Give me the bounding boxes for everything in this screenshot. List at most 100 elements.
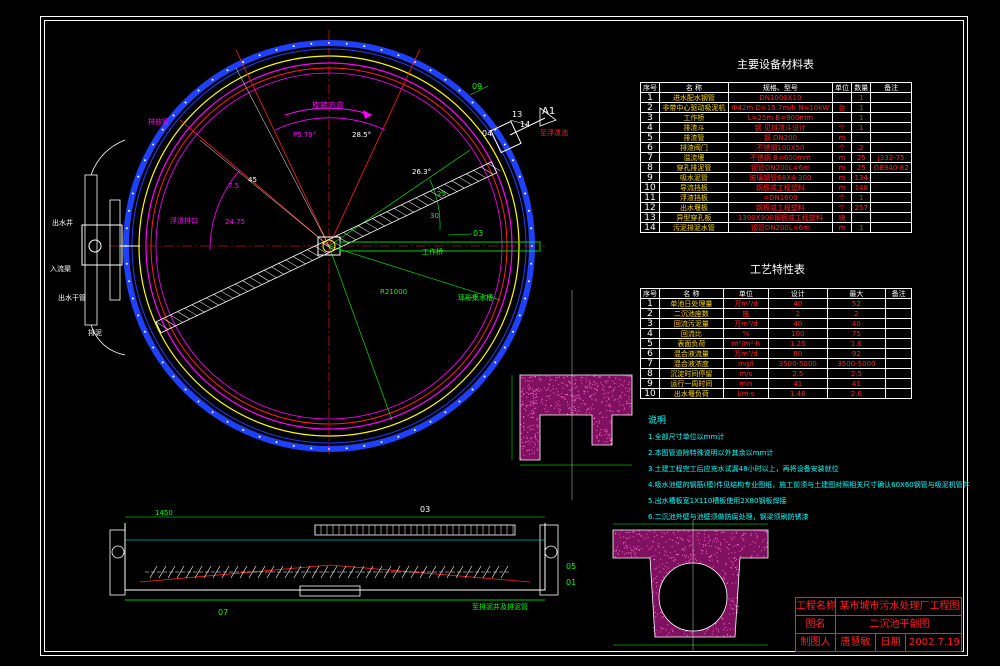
process-cell: 万m³/d <box>722 318 770 329</box>
process-cell: m³/m²·h <box>722 338 770 349</box>
process-cell: 2 <box>768 308 828 319</box>
equipment-cell: =DN1600 <box>727 192 833 203</box>
process-cell: 1.46 <box>768 388 828 399</box>
equipment-cell: 个 <box>831 142 853 153</box>
title-block-row-drafter: 制图人 唐慧敏 日期 2002.7.19 <box>796 634 961 652</box>
process-cell: 回流比 <box>659 328 724 339</box>
process-cell: 万m³/d <box>722 298 770 309</box>
notes-block: 说明 1.全部尺寸单位以mm计 2.本图管道除特殊说明以外其余以mm计 3.土建工程… <box>648 413 970 525</box>
notes-title: 说明 <box>648 416 667 426</box>
label-angle-f: 30 <box>430 212 439 220</box>
process-cell <box>885 338 912 349</box>
label-radius: R21000 <box>380 288 408 296</box>
drafter-label: 制图人 <box>796 634 836 652</box>
process-cell <box>885 368 912 379</box>
equipment-cell: 钢板或工程塑料 <box>727 202 833 213</box>
process-cell: 二沉池座数 <box>659 308 724 319</box>
equipment-cell: 钢板或工程塑料 <box>727 182 833 193</box>
equipment-header-cell: 名 称 <box>659 82 729 93</box>
equipment-cell: 不锈钢 B=600mm <box>727 152 833 163</box>
equipment-cell: 排渣阀门 <box>659 142 729 153</box>
equipment-cell <box>870 192 912 203</box>
label-angle-c: P5.79° <box>293 131 317 139</box>
equipment-cell: m <box>831 182 853 193</box>
equipment-cell: 吸水泥管 <box>659 172 729 183</box>
process-cell: 6 <box>640 348 660 359</box>
equipment-cell: 148 <box>851 182 872 193</box>
equipment-cell: 8 <box>640 162 660 173</box>
equipment-cell: 玻璃钢管68X4-300 <box>727 172 833 183</box>
callout-03: 03 <box>473 229 484 238</box>
equipment-cell: J332-75 <box>870 152 912 163</box>
equipment-cell <box>851 212 872 223</box>
section-callout-05: 05 <box>566 562 577 571</box>
equipment-cell <box>851 132 872 143</box>
equipment-row: 12 出水堰板 钢板或工程塑料个 257 <box>640 202 912 213</box>
equipment-row: 7 溢流堰 不锈钢 B=600mm m 25 J332-75 <box>640 152 912 163</box>
equipment-cell: 排渣管 <box>659 132 729 143</box>
equipment-row: 10 导流挡板 钢板或工程塑料 m 148 <box>640 182 912 193</box>
equipment-cell: 钢 见排渣斗设计 <box>727 122 833 133</box>
equipment-row: 3 工作桥 L=25m B=900mm 1 <box>640 112 912 123</box>
equipment-cell: GB940-82 <box>870 162 912 173</box>
process-cell <box>885 298 912 309</box>
date-label: 日期 <box>876 634 906 652</box>
process-cell: mg/l <box>722 358 770 369</box>
equipment-cell <box>870 142 912 153</box>
equipment-cell: 浮渣挡板 <box>659 192 729 203</box>
label-scum-outlet: 浮渣排口 <box>170 217 198 225</box>
process-cell: 41 <box>826 378 887 389</box>
equipment-table: 序号名 称规格、型号 单位 数量 备注 1 进水配水钢管 DN1000X10 1 2 非带中心驱动… <box>640 82 912 233</box>
process-cell: 2.5 <box>768 368 828 379</box>
equipment-cell: 13 <box>640 212 660 223</box>
process-cell: 沉淀时间停留 <box>659 368 724 379</box>
label-outlet-pipe: 出水井 <box>52 219 73 227</box>
equipment-cell: 2 <box>640 102 660 113</box>
note-item: 6.二沉池外壁与池壁须做防腐处理，钢梁须刷防锈漆 <box>648 513 809 521</box>
equipment-cell <box>870 112 912 123</box>
note-item: 2.本图管道除特殊说明以外其余以mm计 <box>648 449 774 457</box>
label-walkway: 工作桥 <box>422 248 443 256</box>
equipment-cell: 非带中心驱动吸泥机 <box>659 102 729 113</box>
equipment-cell <box>870 212 912 223</box>
label-angle-b: 26.3° <box>412 168 432 176</box>
process-cell: 1.25 <box>768 338 828 349</box>
process-cell: 40 <box>768 318 828 329</box>
process-header-row: 序号名 称单位 设计 最大 备注 <box>640 288 912 299</box>
process-cell: 75 <box>826 328 887 339</box>
equipment-table-title: 主要设备材料表 <box>737 58 814 71</box>
label-angle-d: 7.5 <box>228 182 240 190</box>
equipment-cell: DN1000X10 <box>727 92 833 103</box>
equipment-row: 11 浮渣挡板 =DN1600 个 1 <box>640 192 912 203</box>
process-cell: 万m³/d <box>722 348 770 359</box>
equipment-cell: 1 <box>851 92 872 103</box>
label-angle-h: 25 <box>437 190 446 198</box>
title-block: 工程名称 某市城市污水处理厂工程图 图名 二沉池平剖图 制图人 唐慧敏 日期 2… <box>795 597 962 652</box>
process-cell: % <box>722 328 770 339</box>
process-cell: l/m·s <box>722 388 770 399</box>
equipment-cell <box>870 92 912 103</box>
process-cell <box>885 348 912 359</box>
equipment-row: 14 污泥排泥水管 钢管DN200L=6m m 1 <box>640 222 912 233</box>
equipment-cell: 3 <box>640 112 660 123</box>
equipment-cell: 台 <box>831 102 853 113</box>
process-cell: 100 <box>768 328 828 339</box>
process-row: 1 单池日处理量 万m³/d 40 52 <box>640 298 912 309</box>
equipment-row: 13 异型穿孔板 1300X900钢板或工程塑料块 <box>640 212 912 223</box>
equipment-cell <box>831 92 853 103</box>
callout-04: 04 <box>482 129 493 138</box>
section-callout-01: 01 <box>566 578 577 587</box>
process-row: 6 混合液流量 万m³/d 80 92 <box>640 348 912 359</box>
equipment-cell: 7 <box>640 152 660 163</box>
process-cell: 92 <box>826 348 887 359</box>
equipment-row: 2 非带中心驱动吸泥机 Ф42m D=15.7m/h N=10kW 台 1 <box>640 102 912 113</box>
title-block-row-project: 工程名称 某市城市污水处理厂工程图 <box>796 598 961 616</box>
equipment-cell: 个 <box>831 122 853 133</box>
equipment-row: 4 排渣斗钢 见排渣斗设计个 1 <box>640 122 912 133</box>
drafter-value: 唐慧敏 <box>836 634 876 652</box>
date-value: 2002.7.19 <box>909 637 960 648</box>
equipment-cell: m <box>831 172 853 183</box>
equipment-cell: 异型穿孔板 <box>659 212 729 223</box>
note-item: 5.出水槽板宽1X110槽板使用2X80钢板焊接 <box>648 497 787 505</box>
equipment-cell <box>870 172 912 183</box>
